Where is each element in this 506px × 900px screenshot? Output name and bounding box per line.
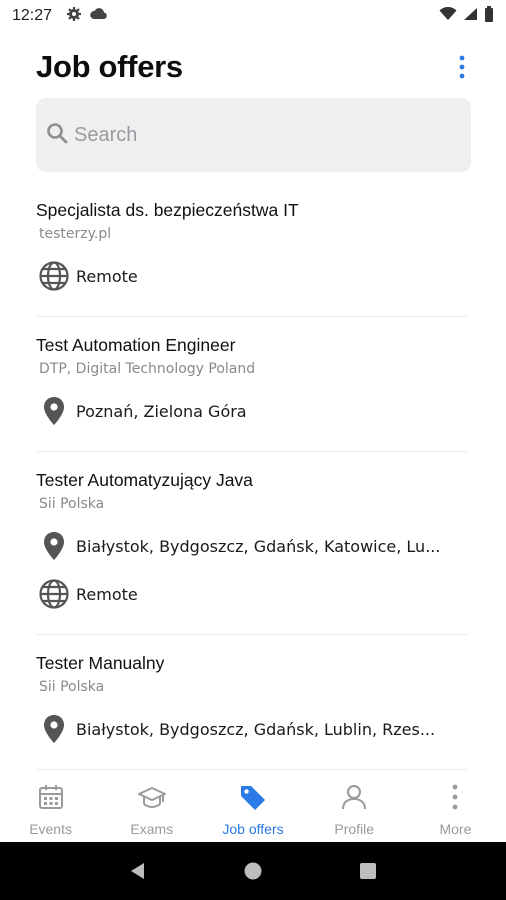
status-bar: 12:27 <box>0 0 506 32</box>
job-location-row: Remote <box>36 570 468 618</box>
job-title: Test Automation Engineer <box>36 335 236 355</box>
job-company: Sii Polska <box>39 679 105 695</box>
search-input[interactable] <box>74 123 454 147</box>
page-title: Job offers <box>36 49 183 84</box>
job-location-text: Poznań, Zielona Góra <box>76 401 247 421</box>
recents-square-icon <box>360 863 377 879</box>
job-company: testerzy.pl <box>39 226 112 242</box>
map-pin-icon <box>36 713 72 745</box>
job-company: DTP, Digital Technology Poland <box>39 361 256 377</box>
back-triangle-icon <box>130 863 144 879</box>
recents-button[interactable] <box>348 851 388 891</box>
tag-icon <box>239 784 267 815</box>
wifi-icon <box>439 6 457 26</box>
status-time: 12:27 <box>12 7 53 24</box>
graduation-cap-icon <box>137 784 166 815</box>
signal-icon <box>463 7 478 26</box>
home-circle-icon <box>244 862 262 880</box>
more-vertical-icon <box>459 55 465 79</box>
back-button[interactable] <box>118 851 158 891</box>
settings-icon <box>66 6 82 27</box>
globe-icon <box>36 578 72 610</box>
tab-more[interactable]: More <box>405 774 506 842</box>
job-location-text: Remote <box>76 266 138 286</box>
job-location-text: Białystok, Bydgoszcz, Gdańsk, Lublin, Rz… <box>76 719 436 739</box>
search-bar[interactable] <box>36 98 471 172</box>
job-offer-item[interactable]: Tester Automatyzujący Java Sii Polska Bi… <box>36 452 468 635</box>
overflow-menu-button[interactable] <box>452 47 472 87</box>
job-list[interactable]: Specjalista ds. bezpieczeństwa IT tester… <box>36 182 468 774</box>
job-title: Tester Manualny <box>36 653 165 673</box>
job-company: Sii Polska <box>39 496 105 512</box>
job-location-row: Białystok, Bydgoszcz, Gdańsk, Katowice, … <box>36 522 468 570</box>
tab-exams[interactable]: Exams <box>101 774 202 842</box>
calendar-icon <box>38 784 64 815</box>
tab-label: More <box>439 821 472 837</box>
job-offer-item[interactable]: Tester Manualny Sii Polska Białystok, By… <box>36 635 468 770</box>
map-pin-icon <box>36 530 72 562</box>
tab-job-offers[interactable]: Job offers <box>202 774 303 842</box>
header: Job offers <box>36 44 472 90</box>
search-icon <box>46 122 68 149</box>
job-location-row: Remote <box>36 252 468 300</box>
tab-label: Exams <box>130 821 174 837</box>
system-navigation-bar <box>0 842 506 900</box>
job-location-text: Białystok, Bydgoszcz, Gdańsk, Katowice, … <box>76 536 441 556</box>
person-icon <box>341 784 367 815</box>
job-title: Specjalista ds. bezpieczeństwa IT <box>36 200 299 220</box>
job-location-row: Białystok, Bydgoszcz, Gdańsk, Lublin, Rz… <box>36 705 468 753</box>
bottom-tab-bar: Events Exams Job offers Profile More <box>0 774 506 842</box>
globe-icon <box>36 260 72 292</box>
job-offer-item[interactable]: Specjalista ds. bezpieczeństwa IT tester… <box>36 182 468 317</box>
battery-icon <box>484 5 494 27</box>
more-vertical-icon <box>451 784 459 815</box>
job-location-text: Remote <box>76 584 138 604</box>
map-pin-icon <box>36 395 72 427</box>
job-title: Tester Automatyzujący Java <box>36 470 253 490</box>
job-offer-item[interactable]: Test Automation Engineer DTP, Digital Te… <box>36 317 468 452</box>
tab-events[interactable]: Events <box>0 774 101 842</box>
job-location-row: Poznań, Zielona Góra <box>36 387 468 435</box>
tab-profile[interactable]: Profile <box>304 774 405 842</box>
tab-label: Job offers <box>222 821 284 837</box>
tab-label: Events <box>29 821 72 837</box>
cloud-icon <box>90 7 108 26</box>
home-button[interactable] <box>233 851 273 891</box>
tab-label: Profile <box>334 821 375 837</box>
